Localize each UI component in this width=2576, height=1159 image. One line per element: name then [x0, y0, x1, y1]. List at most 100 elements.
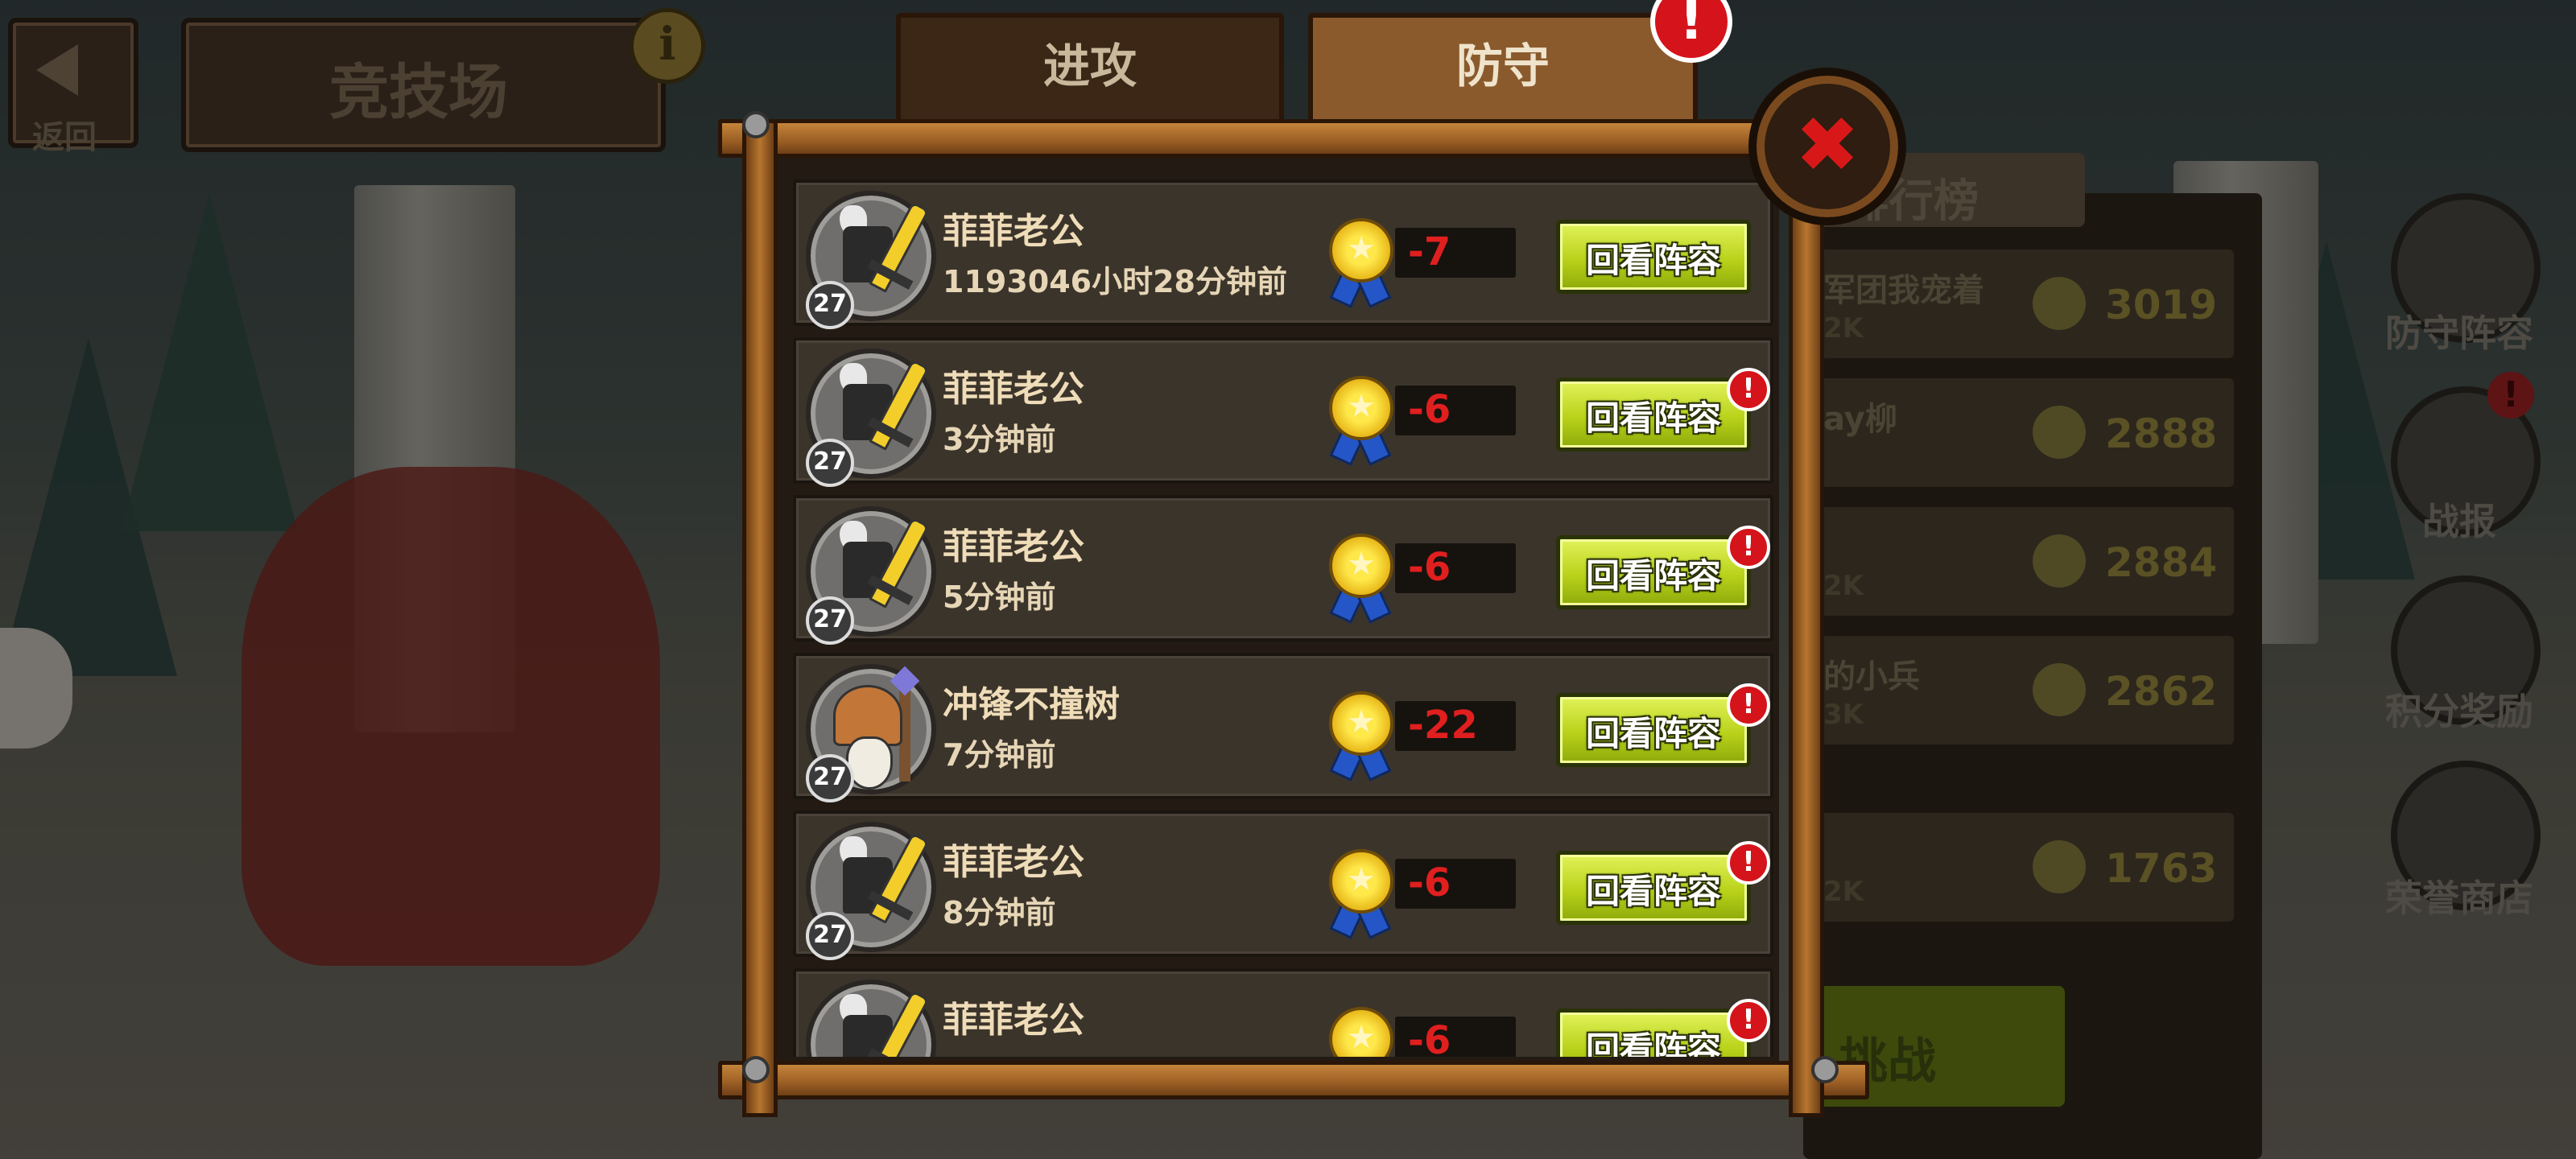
ranking-score: 2884 — [2105, 539, 2218, 586]
ranking-score: 1763 — [2105, 845, 2218, 892]
medal-icon: ★ — [1329, 691, 1393, 756]
ranking-score: 2862 — [2105, 668, 2218, 715]
view-lineup-label: 回看阵容 — [1585, 714, 1721, 753]
alert-badge: ! — [1727, 526, 1770, 569]
back-label: 返回 — [32, 119, 97, 156]
ranking-power: 2K — [1823, 876, 1864, 908]
tab-defend[interactable]: 防守 — [1308, 13, 1698, 121]
view-lineup-label: 回看阵容 — [1585, 398, 1721, 438]
medal-icon: ★ — [1329, 376, 1393, 440]
tab-attack[interactable]: 进攻 — [896, 13, 1284, 121]
level-badge: 27 — [806, 912, 854, 960]
honor-shop-label: 荣誉商店 — [2385, 876, 2533, 920]
frame-left-beam — [742, 119, 778, 1117]
ranking-row: 2K 2884 — [1815, 507, 2234, 616]
opponent-name: 菲菲老公 — [943, 842, 1084, 883]
ranking-power: 2K — [1823, 312, 1864, 344]
score-change: -7 — [1408, 229, 1451, 274]
ranking-name: 的小兵 — [1823, 658, 1920, 695]
opponent-avatar[interactable]: 27 — [806, 980, 936, 1057]
score-change: -6 — [1408, 545, 1451, 590]
ranking-row: ay柳 2888 — [1815, 378, 2234, 487]
medal-icon: ★ — [1329, 218, 1393, 283]
view-lineup-label: 回看阵容 — [1585, 556, 1721, 596]
info-icon[interactable]: i — [630, 8, 705, 84]
alert-badge: ! — [1727, 841, 1770, 885]
medal-icon: ★ — [1329, 1007, 1393, 1057]
ranking-score: 3019 — [2105, 282, 2218, 328]
level-badge: 27 — [806, 439, 854, 487]
medal-icon — [2033, 406, 2086, 459]
view-lineup-button[interactable]: 回看阵容 — [1556, 377, 1751, 452]
defense-record-list[interactable]: 27 菲菲老公 1193046小时28分钟前 ★ -7 回看阵容 27 菲菲老公… — [785, 169, 1783, 1057]
view-lineup-button[interactable]: 回看阵容 — [1556, 693, 1751, 767]
medal-icon: ★ — [1329, 534, 1393, 598]
nail-icon — [742, 1056, 770, 1083]
frame-right-beam — [1789, 119, 1824, 1117]
opponent-name: 冲锋不撞树 — [943, 684, 1120, 725]
close-button[interactable]: ✖ — [1748, 68, 1906, 225]
view-lineup-label: 回看阵容 — [1585, 1029, 1721, 1057]
level-badge: 27 — [806, 596, 854, 645]
defense-lineup-label: 防守阵容 — [2385, 311, 2533, 355]
alert-badge: ! — [1727, 683, 1770, 727]
medal-icon — [2033, 534, 2086, 588]
view-lineup-label: 回看阵容 — [1585, 872, 1721, 911]
opponent-name: 菲菲老公 — [943, 526, 1084, 567]
score-change: -6 — [1408, 387, 1451, 432]
ranking-score: 2888 — [2105, 410, 2218, 457]
list-item: 27 冲锋不撞树 7分钟前 ★ -22 回看阵容 ! — [793, 653, 1773, 802]
opponent-avatar[interactable]: 27 — [806, 822, 936, 960]
ranking-name: ay柳 — [1823, 401, 1897, 438]
opponent-name: 菲菲老公 — [943, 1000, 1084, 1041]
list-item: 27 菲菲老公 8分钟前 ★ -6 回看阵容 ! — [793, 810, 1773, 960]
opponent-avatar[interactable]: 27 — [806, 664, 936, 802]
battle-time: 5分钟前 — [943, 580, 1056, 615]
ranking-row: 2K 1763 — [1815, 813, 2234, 922]
battle-time: 8分钟前 — [943, 895, 1056, 930]
ranking-power: 3K — [1823, 699, 1864, 731]
battle-time: 3分钟前 — [943, 422, 1056, 457]
list-item: 27 菲菲老公 3分钟前 ★ -6 回看阵容 ! — [793, 337, 1773, 487]
score-change: -22 — [1408, 703, 1478, 748]
back-arrow-icon — [36, 44, 78, 96]
frame-top-beam — [718, 119, 1869, 158]
page-title: 竞技场 — [329, 58, 508, 127]
view-lineup-label: 回看阵容 — [1585, 241, 1721, 280]
medal-icon: ★ — [1329, 849, 1393, 914]
ranking-name: 军团我宠着 — [1823, 272, 1984, 309]
battle-report-label: 战报 — [2422, 500, 2496, 543]
opponent-name: 菲菲老公 — [943, 211, 1084, 252]
close-icon: ✖ — [1794, 100, 1860, 190]
view-lineup-button[interactable]: 回看阵容 — [1556, 851, 1751, 925]
alert-badge: ! — [1727, 368, 1770, 411]
alert-badge: ! — [1727, 999, 1770, 1042]
nail-icon — [742, 111, 770, 138]
list-item: 27 菲菲老公 5分钟前 ★ -6 回看阵容 ! — [793, 495, 1773, 645]
level-badge: 27 — [806, 281, 854, 329]
view-lineup-button[interactable]: 回看阵容 — [1556, 535, 1751, 609]
score-change: -6 — [1408, 1018, 1451, 1057]
battle-report-alert-badge: ! — [2487, 372, 2534, 419]
ranking-row: 的小兵 3K 2862 — [1815, 636, 2234, 744]
crystal-icon — [890, 666, 920, 696]
list-item: 27 菲菲老公 1193046小时28分钟前 ★ -7 回看阵容 — [793, 179, 1773, 329]
points-reward-label: 积分奖励 — [2385, 690, 2533, 733]
level-badge: 27 — [806, 754, 854, 802]
opponent-avatar[interactable]: 27 — [806, 349, 936, 487]
medal-icon — [2033, 840, 2086, 893]
list-item: 27 菲菲老公 ★ -6 回看阵容 ! — [793, 968, 1773, 1057]
ranking-power: 2K — [1823, 570, 1864, 602]
opponent-avatar[interactable]: 27 — [806, 506, 936, 645]
opponent-name: 菲菲老公 — [943, 369, 1084, 410]
battle-time: 7分钟前 — [943, 737, 1056, 773]
medal-icon — [2033, 277, 2086, 330]
view-lineup-button[interactable]: 回看阵容 — [1556, 220, 1751, 294]
nail-icon — [1811, 1056, 1839, 1083]
ranking-row: 军团我宠着 2K 3019 — [1815, 250, 2234, 358]
view-lineup-button[interactable]: 回看阵容 — [1556, 1008, 1751, 1057]
medal-icon — [2033, 663, 2086, 716]
frame-bottom-beam — [718, 1061, 1869, 1099]
battle-time: 1193046小时28分钟前 — [943, 264, 1287, 299]
opponent-avatar[interactable]: 27 — [806, 191, 936, 329]
